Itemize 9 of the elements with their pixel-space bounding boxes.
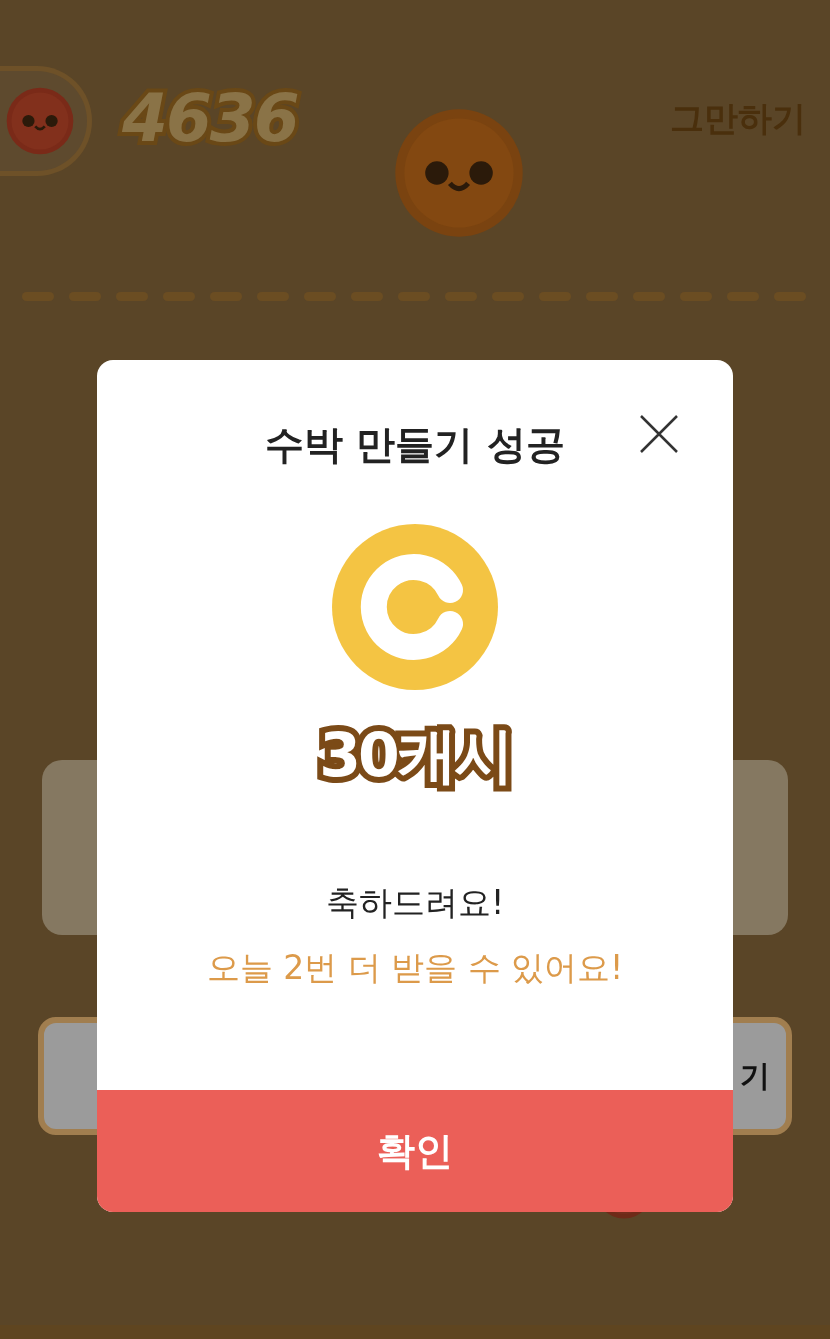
pepperoni-icon — [5, 87, 74, 155]
remaining-note: 오늘 2번 더 받을 수 있어요! — [206, 947, 624, 989]
fruit-icon — [393, 108, 524, 238]
coin-icon — [332, 524, 498, 690]
dialog-title: 수박 만들기 성공 — [264, 421, 566, 469]
confirm-button[interactable]: 확인 — [97, 1090, 733, 1212]
close-button[interactable] — [639, 414, 679, 454]
congrats-message: 축하드려요! — [325, 882, 505, 924]
reward-amount: 30캐시 — [319, 719, 511, 794]
